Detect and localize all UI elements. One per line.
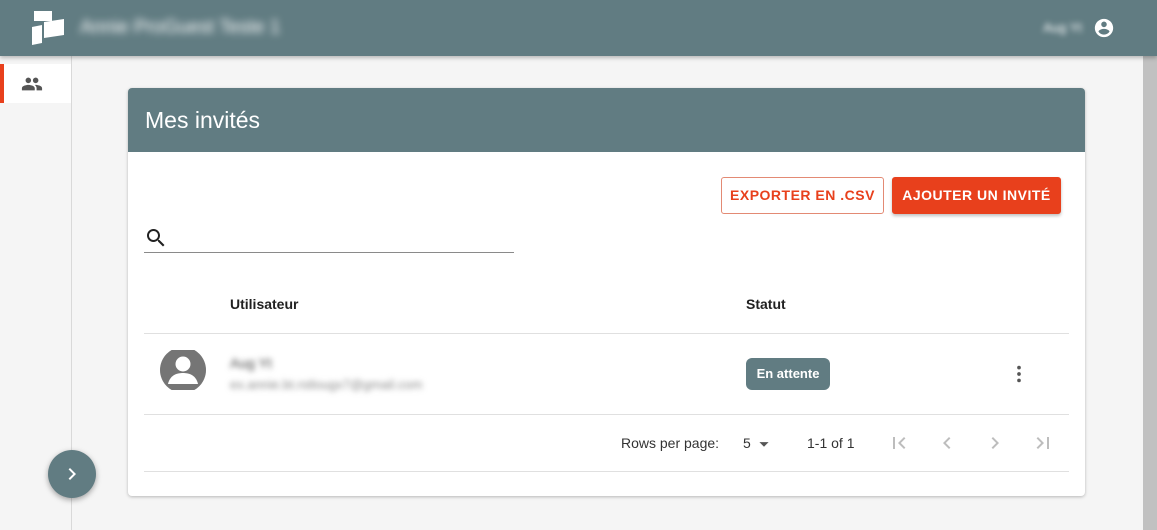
- divider: [144, 471, 1069, 472]
- dropdown-arrow-icon: [759, 442, 769, 447]
- guests-card: Mes invités EXPORTER EN .CSV AJOUTER UN …: [128, 88, 1085, 496]
- column-header-user[interactable]: Utilisateur: [230, 296, 298, 312]
- page-title: Mes invités: [145, 107, 261, 133]
- app-title: Annie ProGuest Teste 1: [80, 17, 281, 38]
- first-page-icon[interactable]: [887, 431, 911, 455]
- search-icon: [147, 229, 165, 247]
- guest-name: Aug Yt: [230, 355, 272, 371]
- previous-page-icon[interactable]: [935, 431, 959, 455]
- export-csv-button[interactable]: EXPORTER EN .CSV: [721, 177, 884, 214]
- rows-per-page-select[interactable]: 5: [743, 433, 773, 455]
- next-page-icon[interactable]: [983, 431, 1007, 455]
- guest-email: ex.annie.bt.rstlougx7@gmail.com: [230, 377, 423, 392]
- rows-per-page-value: 5: [743, 435, 751, 451]
- sidebar-item-guests[interactable]: [0, 64, 71, 103]
- expand-sidebar-button[interactable]: [48, 450, 96, 498]
- scrollbar[interactable]: [1143, 56, 1157, 530]
- people-icon: [21, 77, 43, 91]
- avatar: [160, 350, 206, 390]
- search-bar: [144, 224, 514, 253]
- add-guest-button[interactable]: AJOUTER UN INVITÉ: [892, 177, 1061, 214]
- divider: [144, 414, 1069, 415]
- rows-per-page-label: Rows per page:: [621, 435, 720, 451]
- app-logo[interactable]: [28, 9, 66, 47]
- more-vert-icon[interactable]: [1008, 363, 1030, 385]
- search-input[interactable]: [174, 226, 509, 250]
- pagination-range: 1-1 of 1: [807, 435, 855, 451]
- last-page-icon[interactable]: [1031, 431, 1055, 455]
- app-bar: Annie ProGuest Teste 1 Aug Yt: [0, 0, 1157, 56]
- status-badge: En attente: [746, 358, 830, 390]
- card-header: Mes invités: [128, 88, 1085, 152]
- column-header-status[interactable]: Statut: [746, 296, 786, 312]
- divider: [144, 333, 1069, 334]
- account-circle-icon[interactable]: [1093, 17, 1115, 39]
- chevron-right-icon: [68, 468, 76, 480]
- user-name[interactable]: Aug Yt: [1043, 20, 1082, 35]
